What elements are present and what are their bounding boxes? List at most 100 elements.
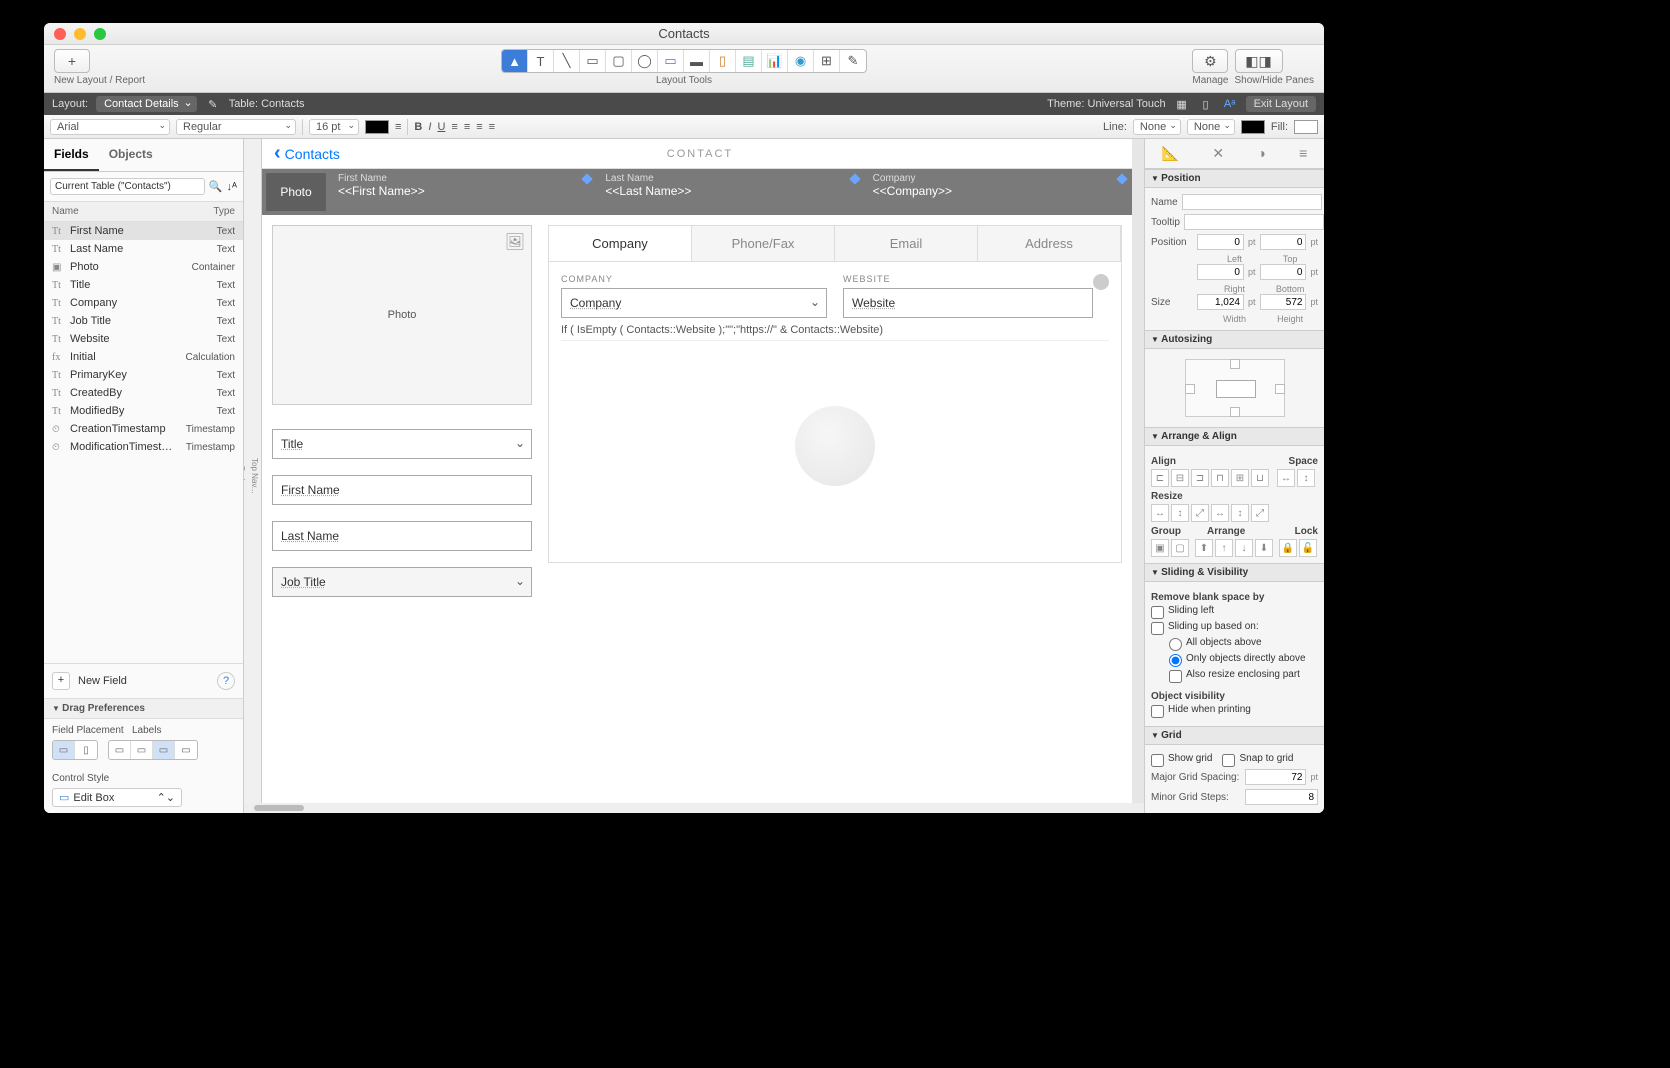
field-row[interactable]: TtCreatedByText bbox=[44, 384, 243, 402]
pos-top[interactable] bbox=[1260, 234, 1307, 250]
also-resize-check[interactable] bbox=[1169, 670, 1182, 683]
space-h[interactable]: ↔ bbox=[1277, 469, 1295, 487]
field-row[interactable]: TtJob TitleText bbox=[44, 312, 243, 330]
sort-icon[interactable]: ↓ᴬ bbox=[227, 181, 237, 193]
bold-button[interactable]: B bbox=[414, 121, 422, 133]
line-color-swatch[interactable] bbox=[1241, 120, 1265, 134]
manage-button[interactable]: ⚙ bbox=[1192, 49, 1228, 73]
send-back[interactable]: ⬇ bbox=[1255, 539, 1273, 557]
major-grid-input[interactable] bbox=[1245, 769, 1306, 785]
group-button[interactable]: ▣ bbox=[1151, 539, 1169, 557]
tooltip-input[interactable] bbox=[1184, 214, 1324, 230]
field-row[interactable]: TtLast NameText bbox=[44, 240, 243, 258]
send-backward[interactable]: ↓ bbox=[1235, 539, 1253, 557]
company-field[interactable]: Company ⌄ bbox=[561, 288, 827, 318]
line-width-select[interactable]: None bbox=[1133, 119, 1181, 135]
pencil-icon[interactable]: ✎ bbox=[205, 98, 221, 111]
add-field-button[interactable]: + bbox=[52, 672, 70, 690]
align-left[interactable]: ⊏ bbox=[1151, 469, 1169, 487]
new-layout-button[interactable]: + bbox=[54, 49, 90, 73]
field-row[interactable]: TtModifiedByText bbox=[44, 402, 243, 420]
align-top[interactable]: ⊓ bbox=[1211, 469, 1229, 487]
field-row[interactable]: ⏲ModificationTimesta...Timestamp bbox=[44, 438, 243, 456]
part-topnav[interactable]: Top Nav... bbox=[248, 139, 261, 813]
layout-dropdown[interactable]: Contact Details bbox=[96, 96, 197, 112]
web-viewer[interactable] bbox=[561, 340, 1109, 550]
tab-fields[interactable]: Fields bbox=[44, 139, 99, 171]
align-left-button[interactable]: ≡ bbox=[451, 121, 457, 133]
italic-button[interactable]: I bbox=[428, 121, 431, 133]
show-grid-check[interactable] bbox=[1151, 754, 1164, 767]
button-tool[interactable]: ▬ bbox=[684, 50, 710, 72]
label-inside[interactable]: ▭ bbox=[175, 741, 197, 759]
autosize-control[interactable] bbox=[1185, 359, 1285, 417]
hide-print-check[interactable] bbox=[1151, 705, 1164, 718]
globe-icon[interactable] bbox=[1093, 274, 1109, 290]
search-icon[interactable]: 🔍 bbox=[209, 180, 223, 193]
text-color-swatch[interactable] bbox=[365, 120, 389, 134]
lock-button[interactable]: 🔒 bbox=[1279, 539, 1297, 557]
underline-button[interactable]: U bbox=[437, 121, 445, 133]
align-justify-button[interactable]: ≡ bbox=[489, 121, 495, 133]
name-input[interactable] bbox=[1182, 194, 1322, 210]
header-col-firstname[interactable]: First Name <<First Name>> bbox=[330, 169, 597, 215]
text-tool[interactable]: T bbox=[528, 50, 554, 72]
h-scrollbar[interactable] bbox=[244, 803, 1144, 813]
align-button[interactable]: ≡ bbox=[395, 121, 401, 133]
device-icon[interactable]: ▯ bbox=[1198, 98, 1214, 111]
pointer-tool[interactable]: ▲ bbox=[502, 50, 528, 72]
part-tool[interactable]: ⊞ bbox=[814, 50, 840, 72]
sliding-up-check[interactable] bbox=[1151, 622, 1164, 635]
inspector-tab-appearance[interactable]: ◑ bbox=[1257, 145, 1265, 162]
only-objects-radio[interactable] bbox=[1169, 654, 1182, 667]
back-link[interactable]: Contacts bbox=[274, 142, 340, 165]
format-painter-tool[interactable]: ✎ bbox=[840, 50, 866, 72]
control-style-select[interactable]: ▭ Edit Box ⌃⌄ bbox=[52, 788, 182, 807]
width-input[interactable] bbox=[1197, 294, 1244, 310]
all-objects-radio[interactable] bbox=[1169, 638, 1182, 651]
firstname-field[interactable]: First Name bbox=[272, 475, 532, 505]
line-tool[interactable]: ╲ bbox=[554, 50, 580, 72]
section-position[interactable]: Position bbox=[1145, 169, 1324, 188]
header-col-company[interactable]: Company <<Company>> bbox=[865, 169, 1132, 215]
anchor-top[interactable] bbox=[1230, 359, 1240, 369]
zoom-button[interactable] bbox=[94, 28, 106, 40]
bring-front[interactable]: ⬆ bbox=[1195, 539, 1213, 557]
anchor-left[interactable] bbox=[1185, 384, 1195, 394]
field-row[interactable]: TtFirst NameText bbox=[44, 222, 243, 240]
rounded-rect-tool[interactable]: ▢ bbox=[606, 50, 632, 72]
label-top[interactable]: ▭ bbox=[153, 741, 175, 759]
pos-left[interactable] bbox=[1197, 234, 1244, 250]
photo-header-label[interactable]: Photo bbox=[266, 173, 326, 211]
header-col-lastname[interactable]: Last Name <<Last Name>> bbox=[597, 169, 864, 215]
jobtitle-field[interactable]: Job Title ⌄ bbox=[272, 567, 532, 597]
anchor-right[interactable] bbox=[1275, 384, 1285, 394]
tab-company[interactable]: Company bbox=[549, 226, 692, 261]
field-row[interactable]: TtPrimaryKeyText bbox=[44, 366, 243, 384]
lastname-field[interactable]: Last Name bbox=[272, 521, 532, 551]
field-row[interactable]: fxInitialCalculation bbox=[44, 348, 243, 366]
label-left[interactable]: ▭ bbox=[131, 741, 153, 759]
website-field[interactable]: Website bbox=[843, 288, 1093, 318]
title-field[interactable]: Title ⌄ bbox=[272, 429, 532, 459]
align-center-v[interactable]: ⊞ bbox=[1231, 469, 1249, 487]
part-body[interactable]: Body bbox=[244, 139, 248, 813]
theme-picker-icon[interactable]: ▦ bbox=[1174, 98, 1190, 111]
anchor-bottom[interactable] bbox=[1230, 407, 1240, 417]
close-button[interactable] bbox=[54, 28, 66, 40]
height-input[interactable] bbox=[1260, 294, 1307, 310]
placement-v[interactable]: ▯ bbox=[75, 741, 97, 759]
style-select[interactable]: Regular bbox=[176, 119, 296, 135]
align-center-h[interactable]: ⊟ bbox=[1171, 469, 1189, 487]
field-row[interactable]: ⏲CreationTimestampTimestamp bbox=[44, 420, 243, 438]
panes-button[interactable]: ◧◨ bbox=[1235, 49, 1283, 73]
align-right-button[interactable]: ≡ bbox=[476, 121, 482, 133]
minor-grid-input[interactable] bbox=[1245, 789, 1318, 805]
tab-objects[interactable]: Objects bbox=[99, 139, 163, 171]
align-right[interactable]: ⊐ bbox=[1191, 469, 1209, 487]
portal-tool[interactable]: ▤ bbox=[736, 50, 762, 72]
inspector-tab-position[interactable]: 📐 bbox=[1162, 145, 1179, 162]
line-style-select[interactable]: None bbox=[1187, 119, 1235, 135]
field-tool[interactable]: ▭ bbox=[658, 50, 684, 72]
tab-address[interactable]: Address bbox=[978, 226, 1121, 261]
